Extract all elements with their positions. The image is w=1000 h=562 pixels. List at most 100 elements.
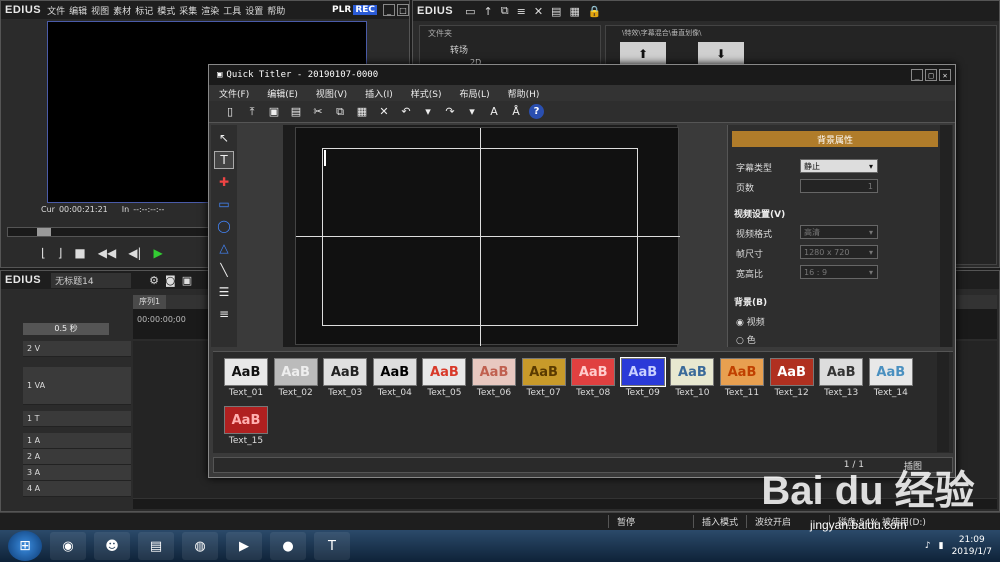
align-tool-icon[interactable]: ☰ [214, 283, 234, 301]
new-icon[interactable]: ▯ [221, 103, 239, 121]
track-4a[interactable]: 4 A [23, 481, 131, 497]
video-format-select[interactable]: 高清 ▾ [800, 225, 878, 239]
undo-icon[interactable]: ↶ [397, 103, 415, 121]
image-tool-icon[interactable]: ✚ [214, 173, 234, 191]
open-icon[interactable]: ⤒ [243, 103, 261, 121]
volume-icon[interactable]: ♪ [925, 541, 931, 551]
text-tool-icon[interactable]: T [214, 151, 234, 169]
preset-text-15[interactable]: AaB Text_15 [223, 406, 269, 450]
menu-file[interactable]: 文件 [45, 4, 67, 17]
wipe-up-effect[interactable]: ⬆ [620, 42, 666, 66]
preset-text-04[interactable]: AaB Text_04 [372, 358, 418, 402]
preset-text-09[interactable]: AaB Text_09 [619, 357, 666, 402]
undo-dropdown-icon[interactable]: ▾ [419, 103, 437, 121]
preset-text-14[interactable]: AaB Text_14 [868, 358, 914, 402]
delete-icon[interactable]: ✕ [375, 103, 393, 121]
redo-icon[interactable]: ↷ [441, 103, 459, 121]
bg-video-radio[interactable]: ◉ 视频 [736, 315, 765, 328]
track-1a[interactable]: 1 A [23, 433, 131, 449]
track-1t[interactable]: 1 T [23, 411, 131, 427]
menu-settings[interactable]: 设置 [243, 4, 265, 17]
mark-in-icon[interactable]: ⌊ [41, 246, 46, 260]
preset-text-07[interactable]: AaB Text_07 [521, 358, 567, 402]
redo-dropdown-icon[interactable]: ▾ [463, 103, 481, 121]
preset-text-03[interactable]: AaB Text_03 [322, 358, 368, 402]
paste-icon[interactable]: ▦ [353, 103, 371, 121]
copy-icon[interactable]: ⧉ [331, 103, 349, 121]
track-1va[interactable]: 1 VA [23, 367, 131, 405]
step-back-icon[interactable]: ◀| [128, 246, 141, 260]
menu-capture[interactable]: 采集 [177, 4, 199, 17]
preset-text-08[interactable]: AaB Text_08 [570, 358, 616, 402]
preset-text-10[interactable]: AaB Text_10 [669, 358, 715, 402]
text-effect-icon[interactable]: Å [507, 103, 525, 121]
preset-text-13[interactable]: AaB Text_13 [818, 358, 864, 402]
preset-text-02[interactable]: AaB Text_02 [273, 358, 319, 402]
rectangle-tool-icon[interactable]: ▭ [214, 195, 234, 213]
line-tool-icon[interactable]: ╲ [214, 261, 234, 279]
zoom-select[interactable]: 0.5 秒 [23, 323, 109, 335]
qt-menu-edit[interactable]: 编辑(E) [267, 87, 298, 100]
preset-text-06[interactable]: AaB Text_06 [471, 358, 517, 402]
triangle-tool-icon[interactable]: △ [214, 239, 234, 257]
preset-text-11[interactable]: AaB Text_11 [719, 358, 765, 402]
qt-close-icon[interactable]: ✕ [939, 69, 951, 81]
menu-render[interactable]: 渲染 [199, 4, 221, 17]
pages-field[interactable]: 1 [800, 179, 878, 193]
menu-clip[interactable]: 素材 [111, 4, 133, 17]
folder-transitions[interactable]: 转场 [420, 41, 600, 58]
start-button[interactable]: ⊞ [8, 531, 42, 561]
track-2a[interactable]: 2 A [23, 449, 131, 465]
settings-icon[interactable]: ⚙ [149, 274, 159, 287]
qt-menu-layout[interactable]: 布局(L) [460, 87, 490, 100]
folder-icon[interactable]: ▭ [465, 5, 475, 18]
scrubber-handle[interactable] [37, 228, 51, 236]
clock[interactable]: 21:09 2019/1/7 [952, 534, 992, 558]
plr-toggle[interactable]: PLR [330, 5, 353, 15]
app-360-icon[interactable]: ◉ [50, 532, 86, 560]
menu-tools[interactable]: 工具 [221, 4, 243, 17]
play-icon[interactable]: ▶ [153, 246, 162, 260]
qt-menu-help[interactable]: 帮助(H) [508, 87, 540, 100]
camera-icon[interactable]: ◙ [165, 274, 176, 287]
preset-text-05[interactable]: AaB Text_05 [421, 358, 467, 402]
minimize-icon[interactable]: _ [383, 4, 395, 16]
network-icon[interactable]: ▮ [939, 541, 944, 551]
qt-menu-style[interactable]: 样式(S) [411, 87, 442, 100]
subtitle-type-select[interactable]: 静止 ▾ [800, 159, 878, 173]
bg-color-radio[interactable]: ○ 色 [736, 333, 756, 346]
recorder-icon[interactable]: ● [270, 532, 306, 560]
qq-icon[interactable]: ☻ [94, 532, 130, 560]
menu-mode[interactable]: 模式 [155, 4, 177, 17]
maximize-icon[interactable]: □ [397, 4, 409, 16]
title-canvas[interactable] [295, 127, 680, 346]
save-icon[interactable]: ▣ [182, 274, 192, 287]
props-scrollbar[interactable] [940, 125, 952, 347]
delete-icon[interactable]: ✕ [534, 5, 543, 18]
rewind-icon[interactable]: ◀◀ [98, 246, 116, 260]
up-icon[interactable]: ↑ [484, 5, 493, 18]
frame-size-select[interactable]: 1280 x 720 ▾ [800, 245, 878, 259]
preset-text-01[interactable]: AaB Text_01 [223, 358, 269, 402]
edius-app-icon[interactable]: ▶ [226, 532, 262, 560]
qt-minimize-icon[interactable]: _ [911, 69, 923, 81]
cut-icon[interactable]: ✂ [309, 103, 327, 121]
wipe-down-effect[interactable]: ⬇ [698, 42, 744, 66]
track-3a[interactable]: 3 A [23, 465, 131, 481]
tab-sequence1[interactable]: 序列1 [133, 295, 167, 309]
mark-out-icon[interactable]: ⌋ [58, 246, 63, 260]
stop-icon[interactable]: ■ [74, 246, 85, 260]
distribute-tool-icon[interactable]: ≡ [214, 305, 234, 323]
preset-text-12[interactable]: AaB Text_12 [769, 358, 815, 402]
qt-menu-file[interactable]: 文件(F) [219, 87, 249, 100]
menu-edit[interactable]: 编辑 [67, 4, 89, 17]
qt-menu-view[interactable]: 视图(V) [316, 87, 347, 100]
qt-maximize-icon[interactable]: □ [925, 69, 937, 81]
titler-app-icon[interactable]: T [314, 532, 350, 560]
explorer-icon[interactable]: ▤ [138, 532, 174, 560]
props-icon[interactable]: ▤ [551, 5, 561, 18]
track-2v[interactable]: 2 V [23, 341, 131, 357]
save-as-icon[interactable]: ▤ [287, 103, 305, 121]
text-style-icon[interactable]: A [485, 103, 503, 121]
menu-marker[interactable]: 标记 [133, 4, 155, 17]
